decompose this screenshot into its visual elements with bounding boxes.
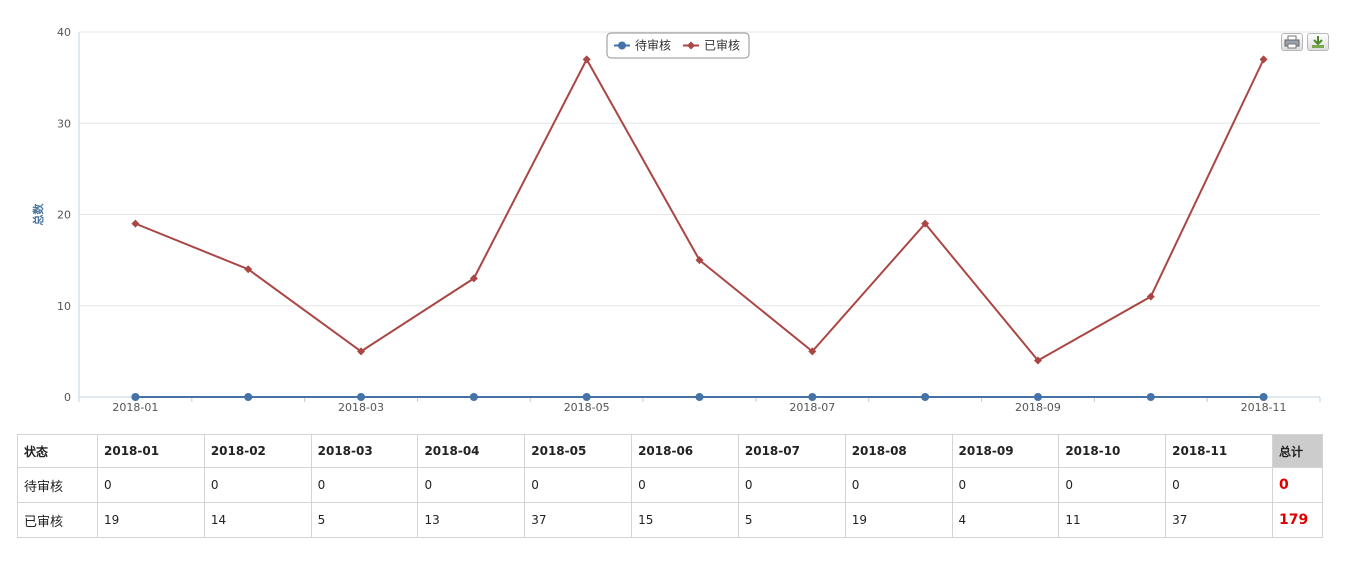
table-cell: 5	[310, 502, 419, 538]
table-header-total: 总计	[1272, 434, 1323, 468]
data-point	[695, 393, 704, 401]
legend-marker	[618, 41, 626, 50]
table-cell: 11	[1058, 502, 1167, 538]
y-tick-label: 40	[57, 26, 71, 39]
data-point	[921, 393, 930, 401]
data-point	[131, 219, 140, 228]
data-point	[582, 55, 591, 64]
row-total: 179	[1272, 502, 1323, 538]
table-cell: 5	[737, 502, 846, 538]
table-row: 已审核 19 14 5 13 37 15 5 19 4 11 37 179	[17, 502, 1323, 538]
table-header-cell: 2018-08	[844, 434, 953, 468]
data-point	[1146, 393, 1155, 401]
chart-svg: 0 10 20 30 40 2018-01 2018-03 2018-05 2018-07 201…	[31, 26, 1321, 414]
table-header-cell: 2018-02	[203, 434, 312, 468]
x-tick-label: 2018-07	[789, 401, 835, 414]
table-header-cell: 2018-01	[97, 434, 205, 468]
data-point	[1146, 292, 1155, 301]
table-cell: 0	[310, 467, 419, 503]
table-header-cell: 2018-10	[1058, 434, 1167, 468]
data-point	[808, 393, 817, 401]
table-header-cell: 2018-07	[737, 434, 846, 468]
table-header-cell: 状态	[17, 434, 98, 468]
y-tick-label: 30	[57, 117, 71, 130]
row-label: 待审核	[17, 467, 98, 503]
table-cell: 37	[1165, 502, 1273, 538]
y-tick-label: 0	[64, 391, 71, 404]
download-icon	[1312, 36, 1324, 48]
table-cell: 0	[844, 467, 953, 503]
data-point	[469, 393, 478, 401]
table-header-cell: 2018-09	[951, 434, 1060, 468]
table-cell: 0	[951, 467, 1060, 503]
y-axis-title: 总数	[31, 203, 45, 226]
series-line-1	[135, 57, 1265, 362]
table-cell: 0	[524, 467, 633, 503]
table-cell: 13	[417, 502, 526, 538]
row-total: 0	[1272, 467, 1323, 503]
print-icon	[1284, 35, 1300, 49]
y-tick-label: 20	[57, 209, 71, 222]
x-tick-label: 2018-09	[1015, 401, 1061, 414]
export-button[interactable]	[1307, 33, 1329, 51]
table-header-cell: 2018-04	[417, 434, 526, 468]
line-chart: 0 10 20 30 40 2018-01 2018-03 2018-05 2018-07 201…	[0, 0, 1347, 425]
table-cell: 37	[524, 502, 633, 538]
data-table: 状态 2018-01 2018-02 2018-03 2018-04 2018-05 201…	[17, 434, 1323, 538]
table-cell: 0	[737, 467, 846, 503]
data-point	[582, 393, 591, 401]
x-tick-label: 2018-03	[338, 401, 384, 414]
table-header-cell: 2018-11	[1165, 434, 1273, 468]
data-point	[357, 393, 366, 401]
table-cell: 0	[417, 467, 526, 503]
table-header-row: 状态 2018-01 2018-02 2018-03 2018-04 2018-05 201…	[17, 434, 1323, 468]
x-tick-label: 2018-11	[1241, 401, 1287, 414]
data-point	[1259, 55, 1268, 64]
table-cell: 0	[203, 467, 312, 503]
legend-label: 待审核	[635, 38, 671, 53]
table-cell: 19	[97, 502, 205, 538]
table-header-cell: 2018-05	[524, 434, 633, 468]
table-header-cell: 2018-03	[310, 434, 419, 468]
table-cell: 4	[951, 502, 1060, 538]
data-point	[131, 393, 140, 401]
table-cell: 19	[844, 502, 953, 538]
table-row: 待审核 0 0 0 0 0 0 0 0 0 0 0 0	[17, 467, 1323, 503]
x-tick-label: 2018-05	[564, 401, 610, 414]
table-cell: 0	[97, 467, 205, 503]
table-cell: 0	[1165, 467, 1273, 503]
data-point	[1033, 393, 1042, 401]
table-cell: 0	[631, 467, 739, 503]
table-cell: 14	[203, 502, 312, 538]
x-tick-label: 2018-01	[112, 401, 158, 414]
y-tick-label: 10	[57, 300, 71, 313]
data-point	[244, 393, 253, 401]
data-point	[1259, 393, 1268, 401]
row-label: 已审核	[17, 502, 98, 538]
table-cell: 0	[1058, 467, 1167, 503]
table-header-cell: 2018-06	[631, 434, 739, 468]
table-cell: 15	[631, 502, 739, 538]
legend-label: 已审核	[704, 38, 740, 53]
print-button[interactable]	[1281, 33, 1303, 51]
